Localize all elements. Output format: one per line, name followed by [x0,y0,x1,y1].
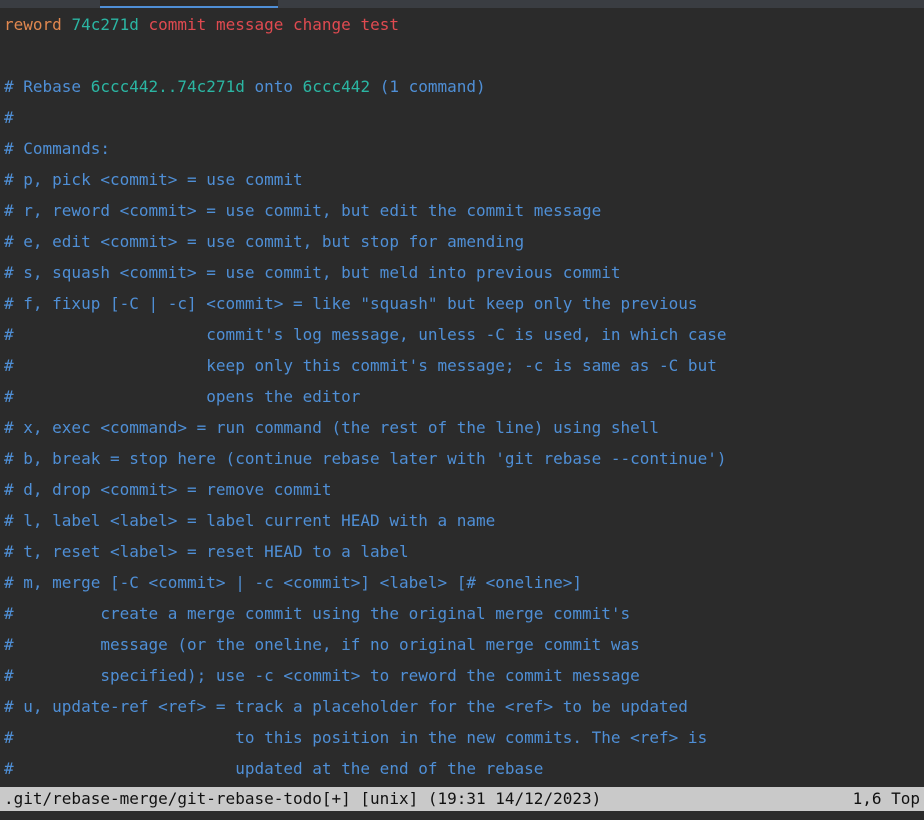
todo-hash: 74c271d [71,15,139,34]
todo-line[interactable]: reword 74c271d commit message change tes… [4,9,920,40]
comment-line: # Commands: [4,139,110,158]
comment-line: # e, edit <commit> = use commit, but sto… [4,232,525,251]
status-file-info: .git/rebase-merge/git-rebase-todo[+] [un… [4,789,602,808]
comment-line: # opens the editor [4,387,361,406]
rebase-header-line: # Rebase 6ccc442..74c271d onto 6ccc442 (… [4,71,920,102]
status-line: .git/rebase-merge/git-rebase-todo[+] [un… [0,787,924,811]
comment-line: # f, fixup [-C | -c] <commit> = like "sq… [4,294,698,313]
comment-line: # keep only this commit's message; -c is… [4,356,717,375]
rebase-range-sep: .. [158,77,178,96]
comment-line: # p, pick <commit> = use commit [4,170,303,189]
comment-line: # d, drop <commit> = remove commit [4,480,332,499]
rebase-header-suffix: (1 command) [370,77,486,96]
comment-line: # specified); use -c <commit> to reword … [4,666,640,685]
comment-line: # [4,108,14,127]
comment-line: # create a merge commit using the origin… [4,604,631,623]
command-line[interactable] [0,811,924,820]
status-cursor-position: 1,6 Top [852,789,920,808]
comment-line: # r, reword <commit> = use commit, but e… [4,201,602,220]
comment-line: # message (or the oneline, if no origina… [4,635,640,654]
rebase-onto-hash: 6ccc442 [302,77,371,96]
comment-line: # x, exec <command> = run command (the r… [4,418,660,437]
comment-line: # l, label <label> = label current HEAD … [4,511,496,530]
comment-line: # s, squash <commit> = use commit, but m… [4,263,621,282]
todo-message: commit message change test [148,15,399,34]
rebase-range-to: 74c271d [177,77,245,96]
comment-line: # b, break = stop here (continue rebase … [4,449,727,468]
rebase-header-prefix: # Rebase [4,77,91,96]
rebase-range-from: 6ccc442 [90,77,159,96]
comment-line: # m, merge [-C <commit> | -c <commit>] <… [4,573,582,592]
comment-line: # commit's log message, unless -C is use… [4,325,727,344]
todo-command: reword [4,15,62,34]
comment-line: # to this position in the new commits. T… [4,728,708,747]
tab-2[interactable] [100,0,278,8]
tab-bar [0,0,924,8]
comment-line: # t, reset <label> = reset HEAD to a lab… [4,542,409,561]
rebase-onto-text: onto [244,77,303,96]
comment-line: # updated at the end of the rebase [4,759,544,778]
comment-line: # u, update-ref <ref> = track a placehol… [4,697,688,716]
tab-1[interactable] [0,0,90,8]
tab-3[interactable] [288,0,378,8]
editor-buffer[interactable]: reword 74c271d commit message change tes… [4,9,920,787]
